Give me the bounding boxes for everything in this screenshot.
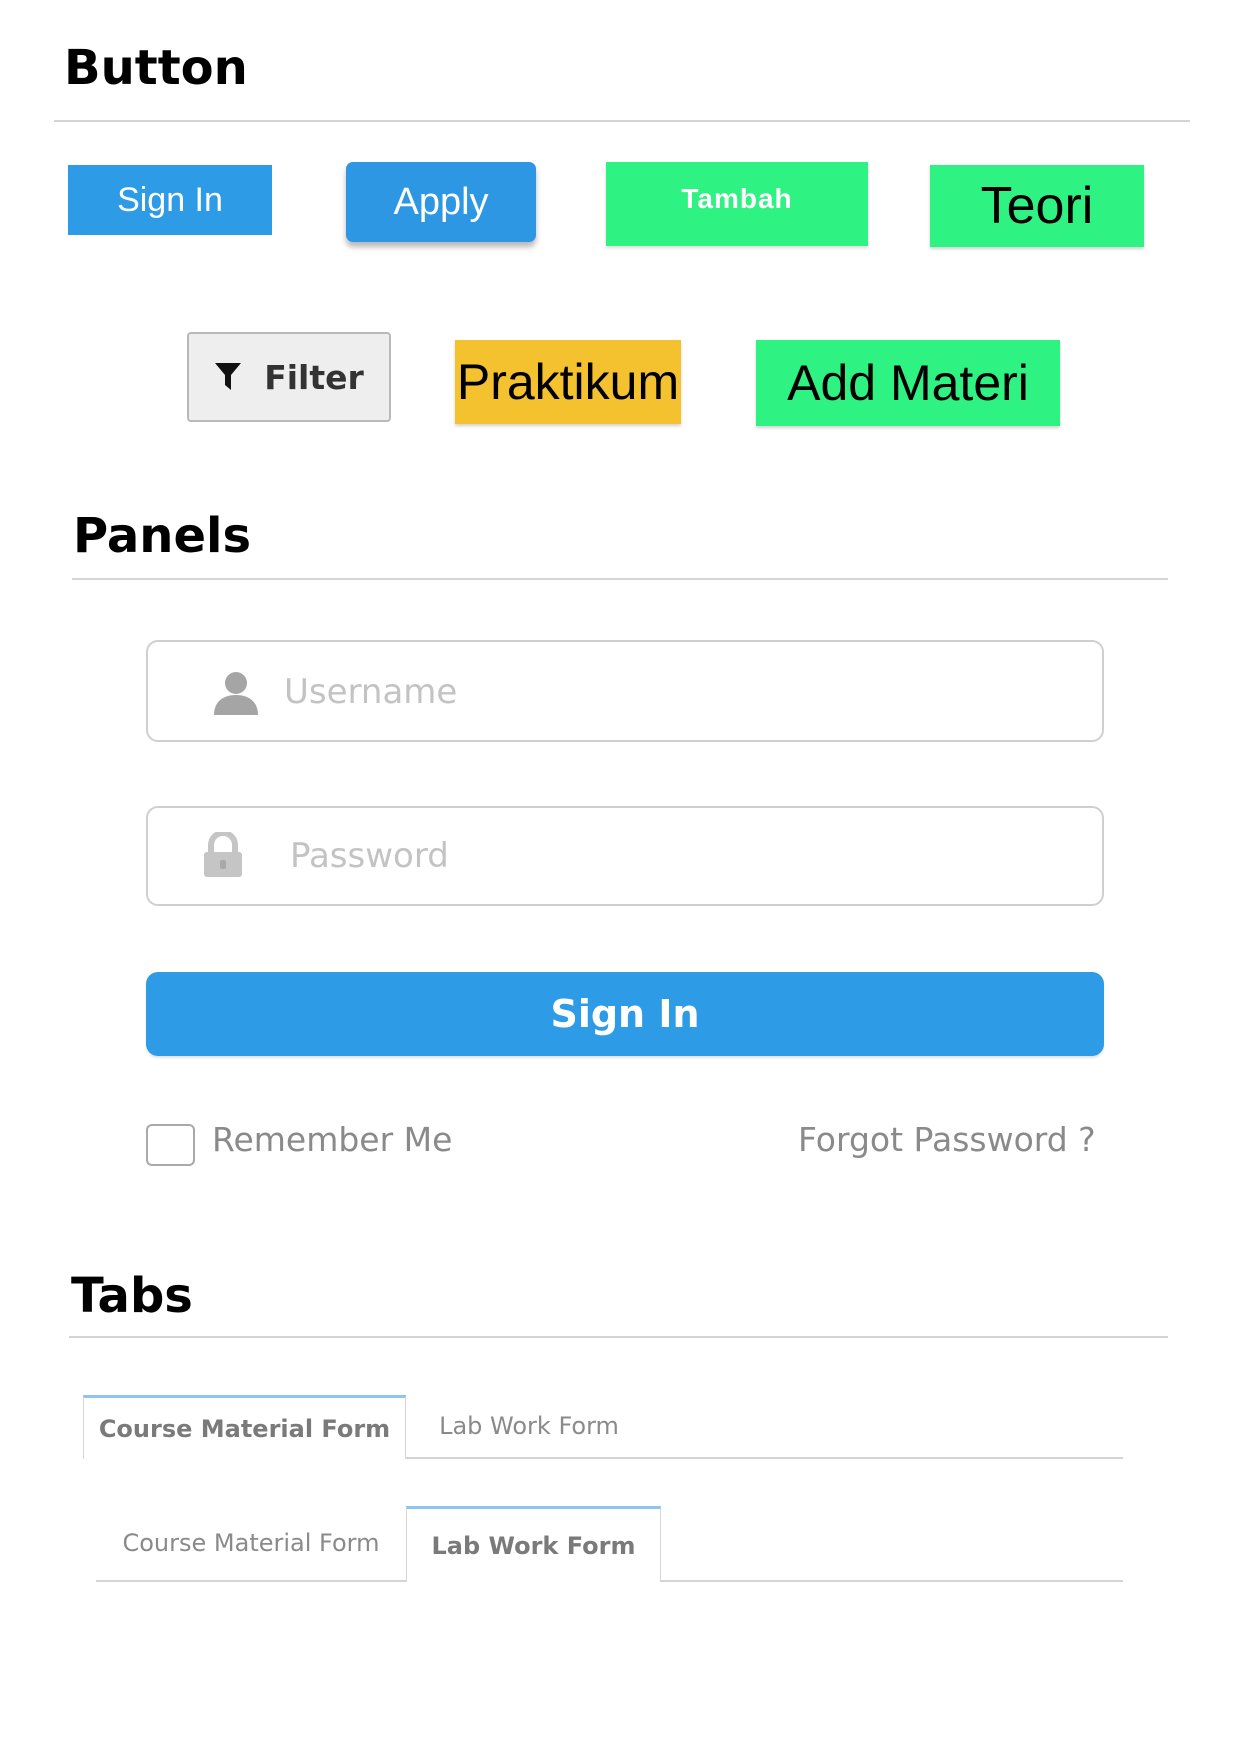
praktikum-button[interactable]: Praktikum [455,340,681,424]
tab-bar-baseline [405,1457,1123,1459]
section-divider [69,1336,1168,1338]
section-title-button: Button [64,40,248,96]
sign-in-button[interactable]: Sign In [68,165,272,235]
tab-bar-baseline [96,1580,406,1582]
tab-bar-baseline [661,1580,1123,1582]
filter-button[interactable]: Filter [187,332,391,422]
tab-bar: Course Material Form Lab Work Form [96,1506,1123,1582]
section-divider [54,120,1190,122]
password-input[interactable] [290,836,890,876]
section-title-panels: Panels [73,508,252,564]
remember-me-checkbox[interactable] [146,1124,195,1166]
forgot-password-link[interactable]: Forgot Password ? [798,1120,1096,1159]
tab-bar: Course Material Form Lab Work Form [83,1395,1123,1459]
filter-button-label: Filter [264,357,364,397]
add-materi-button[interactable]: Add Materi [756,340,1060,426]
remember-me-label[interactable]: Remember Me [212,1120,452,1159]
user-icon [212,671,260,715]
sign-in-submit-button[interactable]: Sign In [146,972,1104,1056]
username-field[interactable] [146,640,1104,742]
username-input[interactable] [284,672,884,712]
tab-course-material-form[interactable]: Course Material Form [83,1395,406,1459]
filter-icon [214,362,242,392]
teori-button[interactable]: Teori [930,165,1144,247]
section-divider [72,578,1168,580]
tab-lab-work-form[interactable]: Lab Work Form [406,1506,661,1582]
apply-button[interactable]: Apply [346,162,536,242]
tab-course-material-form[interactable]: Course Material Form [96,1506,406,1580]
section-title-tabs: Tabs [71,1268,193,1324]
lock-icon [202,832,244,878]
password-field[interactable] [146,806,1104,906]
tambah-button[interactable]: Tambah [606,162,868,246]
tab-lab-work-form[interactable]: Lab Work Form [406,1395,652,1457]
